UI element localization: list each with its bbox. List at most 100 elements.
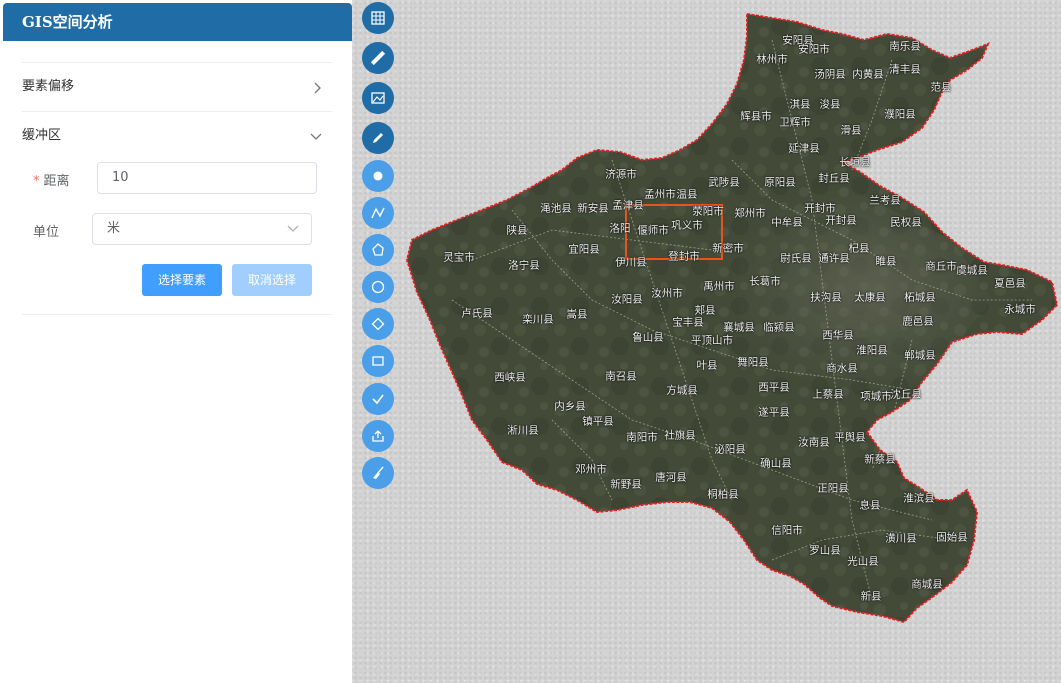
city-label: 舞阳县 [737,356,769,369]
city-label: 开封县 [825,214,857,227]
city-label: 卢氏县 [461,307,493,320]
city-label: 泌阳县 [714,443,746,456]
city-label: 伊川县 [615,256,647,269]
city-label: 汝南县 [798,436,830,449]
ruler-icon [371,51,385,65]
city-label: 卫辉市 [779,116,811,129]
city-label: 洛阳 [609,222,631,235]
collapse-feature-offset[interactable]: 要素偏移 [22,62,332,110]
city-label: 邓州市 [575,463,607,476]
city-label: 栾川县 [522,313,554,326]
cancel-selection-button[interactable]: 取消选择 [232,264,312,296]
city-label: 临颍县 [763,321,795,334]
city-label: 孟州市 [644,188,676,201]
grid-tool-button[interactable] [362,2,394,34]
circle-icon [371,280,385,294]
city-label: 孟津县 [612,199,644,212]
city-label: 睢县 [875,255,897,268]
city-label: 滑县 [840,124,862,137]
city-label: 新密市 [712,242,744,255]
city-label: 镇平县 [582,415,614,428]
city-label: 宜阳县 [568,243,600,256]
city-label: 叶县 [696,359,718,372]
city-label: 新县 [860,590,882,603]
measure-tool-button[interactable] [362,42,394,74]
city-label: 上蔡县 [812,388,844,401]
city-label: 鹿邑县 [902,315,934,328]
city-label: 新蔡县 [864,453,896,466]
unit-select[interactable]: 米 [92,213,312,245]
city-label: 洛宁县 [508,259,540,272]
city-label: 沈丘县 [890,388,922,401]
city-label: 唐河县 [655,471,687,484]
city-label: 清丰县 [889,63,921,76]
city-label: 通许县 [818,252,850,265]
city-label: 淅川县 [507,424,539,437]
map-view[interactable]: 安阳县 安阳市 南乐县 林州市 汤阴县 内黄县 清丰县 范县 淇县 浚县 濮阳县 辉县市 卫辉市 滑县 延津… [352,0,1061,683]
city-label: 汝阳县 [611,293,643,306]
buffer-label: 缓冲区 [22,128,62,143]
chevron-down-icon [287,214,299,244]
city-label: 兰考县 [869,194,901,207]
diamond-icon [371,317,385,331]
city-label: 平舆县 [834,431,866,444]
polyline-tool-button[interactable] [362,197,394,229]
city-label: 登封市 [668,250,700,263]
unit-select-value: 米 [107,221,121,236]
diamond-tool-button[interactable] [362,308,394,340]
city-label: 息县 [859,499,881,512]
circle-tool-button[interactable] [362,271,394,303]
city-label: 扶沟县 [810,291,842,304]
city-label: 淮滨县 [903,492,935,505]
city-label: 商水县 [826,362,858,375]
panel-title: GIS空间分析 [3,3,352,41]
export-tool-button[interactable] [362,420,394,452]
chevron-right-icon [314,63,322,111]
city-label: 西峡县 [494,371,526,384]
image-layer-button[interactable] [362,82,394,114]
city-label: 汝州市 [651,287,683,300]
city-label: 商丘市 [925,260,957,273]
city-label: 长垣县 [839,156,871,169]
point-tool-button[interactable] [362,160,394,192]
city-label: 夏邑县 [994,277,1026,290]
city-label: 南召县 [605,370,637,383]
city-label: 陕县 [506,224,528,237]
city-label: 平顶山市 [691,334,733,347]
draw-tool-button[interactable] [362,122,394,154]
city-label: 信阳市 [771,524,803,537]
city-label: 嵩县 [566,308,588,321]
city-label: 鲁山县 [632,331,664,344]
city-label: 柘城县 [904,291,936,304]
city-label: 新安县 [577,202,609,215]
polygon-icon [372,243,384,256]
city-label: 淮阳县 [856,344,888,357]
point-icon [373,171,383,181]
city-label: 灵宝市 [443,251,475,264]
clear-tool-button[interactable] [362,457,394,489]
city-label: 巩义市 [671,219,703,232]
distance-input[interactable]: 10 [97,162,317,194]
chevron-down-icon [310,112,322,160]
rectangle-tool-button[interactable] [362,345,394,377]
city-label: 郸城县 [904,349,936,362]
polygon-tool-button[interactable] [362,234,394,266]
city-label: 项城市 [860,390,892,403]
city-label: 尉氏县 [780,252,812,265]
confirm-tool-button[interactable] [362,383,394,415]
panel-divider [22,314,332,315]
city-label: 浚县 [819,98,841,111]
image-layer-icon [371,92,385,104]
collapse-buffer[interactable]: 缓冲区 [22,111,332,159]
export-icon [372,430,384,442]
select-feature-button[interactable]: 选择要素 [142,264,222,296]
city-label: 封丘县 [818,172,850,185]
city-label: 罗山县 [809,544,841,557]
city-label: 原阳县 [764,176,796,189]
city-label: 温县 [676,188,698,201]
city-label: 范县 [930,81,952,94]
city-label: 南阳市 [626,431,658,444]
distance-label: * 距离 [33,174,70,189]
city-label: 潢川县 [885,532,917,545]
city-label: 郑州市 [734,207,766,220]
